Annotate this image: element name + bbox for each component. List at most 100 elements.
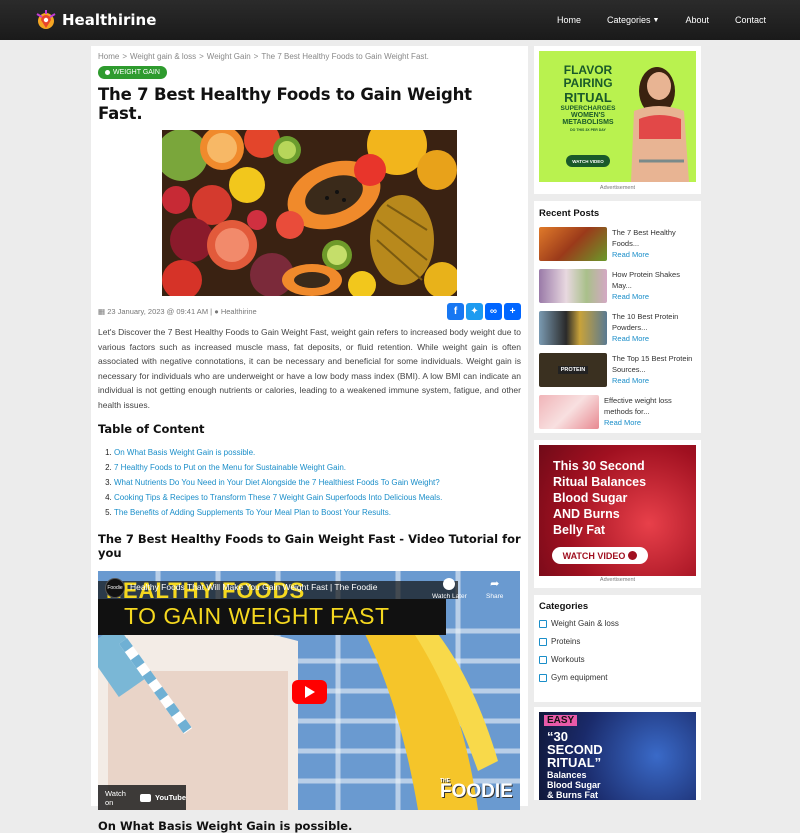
share-buttons: f ✦ ∞ + — [447, 303, 521, 320]
ad-line: RITUAL — [564, 90, 612, 105]
category-link[interactable]: Workouts — [539, 655, 696, 664]
sidebar-ad-1: FLAVOR PAIRING RITUAL SUPERCHARGES WOMEN… — [534, 46, 701, 194]
ad-label: Advertisement — [599, 185, 636, 191]
watch-on-youtube[interactable]: Watch on YouTube — [98, 785, 186, 810]
breadcrumb-weight-gain[interactable]: Weight Gain — [207, 52, 251, 61]
category-link[interactable]: Weight Gain & loss — [539, 619, 696, 628]
post-thumbnail[interactable] — [539, 227, 607, 261]
category-tag[interactable]: WEIGHT GAIN — [98, 66, 167, 79]
video-heading: The 7 Best Healthy Foods to Gain Weight … — [98, 532, 521, 560]
recent-posts-title: Recent Posts — [539, 208, 600, 219]
toc-link[interactable]: 7 Healthy Foods to Put on the Menu for S… — [114, 463, 346, 472]
author-name[interactable]: Healthirine — [221, 307, 257, 316]
site-name: Healthirine — [62, 11, 157, 29]
play-button[interactable] — [292, 680, 327, 704]
post-thumbnail[interactable]: PROTEIN — [539, 353, 607, 387]
post-title[interactable]: The 10 Best Protein Powders... — [612, 311, 696, 333]
category-link[interactable]: Proteins — [539, 637, 696, 646]
copy-link-icon[interactable]: ∞ — [485, 303, 502, 320]
ad-text-block: FLAVOR PAIRING RITUAL SUPERCHARGES WOMEN… — [554, 64, 622, 133]
publish-date: 23 January, 2023 @ 09:41 AM — [107, 307, 209, 316]
user-icon: ● — [214, 307, 219, 316]
ad-line: Belly Fat — [553, 523, 606, 537]
toc-link[interactable]: What Nutrients Do You Need in Your Diet … — [114, 478, 440, 487]
ad-watch-video-button[interactable]: WATCH VIDEO — [566, 155, 610, 167]
sidebar-ad-3: EASY “30 SECOND RITUAL” Balances Blood S… — [534, 707, 701, 800]
recent-post-item[interactable]: PROTEIN The Top 15 Best Protein Sources.… — [539, 353, 696, 387]
table-of-contents: On What Basis Weight Gain is possible. 7… — [114, 445, 521, 520]
thumb-label: PROTEIN — [557, 366, 589, 374]
play-icon — [304, 686, 315, 698]
toc-item: 7 Healthy Foods to Put on the Menu for S… — [114, 460, 521, 475]
play-circle-icon — [628, 551, 638, 560]
external-link-icon — [539, 673, 547, 682]
ad-banner-metabolism[interactable]: FLAVOR PAIRING RITUAL SUPERCHARGES WOMEN… — [539, 51, 696, 182]
section-heading: On What Basis Weight Gain is possible. — [98, 819, 353, 833]
read-more-link[interactable]: Read More — [612, 375, 696, 386]
ad-banner-blood-sugar[interactable]: This 30 Second Ritual Balances Blood Sug… — [539, 445, 696, 576]
channel-avatar[interactable]: Foodie — [105, 578, 125, 598]
toc-link[interactable]: On What Basis Weight Gain is possible. — [114, 448, 255, 457]
ad-line: This 30 Second — [553, 459, 645, 473]
breadcrumb-separator: > — [253, 52, 259, 61]
post-title[interactable]: The Top 15 Best Protein Sources... — [612, 353, 696, 375]
nav-about[interactable]: About — [685, 15, 709, 25]
category-tag-label: WEIGHT GAIN — [113, 69, 160, 76]
toc-link[interactable]: The Benefits of Adding Supplements To Yo… — [114, 508, 391, 517]
watch-later-button[interactable]: Watch Later — [432, 578, 467, 600]
ad-line: Blood Sugar — [553, 491, 628, 505]
read-more-link[interactable]: Read More — [612, 291, 696, 302]
category-link[interactable]: Gym equipment — [539, 673, 696, 682]
post-title[interactable]: Effective weight loss methods for... — [604, 395, 696, 417]
post-thumbnail[interactable] — [539, 395, 599, 429]
article-meta: ▦ 23 January, 2023 @ 09:41 AM | ● Health… — [98, 303, 521, 320]
breadcrumb-separator: > — [199, 52, 204, 61]
post-title[interactable]: How Protein Shakes May... — [612, 269, 696, 291]
video-title[interactable]: Healthy Foods That Will Make You Gain We… — [130, 582, 377, 592]
external-link-icon — [539, 637, 547, 646]
ad-line: WOMEN'S — [571, 112, 605, 119]
breadcrumb-separator: > — [122, 52, 128, 61]
article-container: Home > Weight gain & loss > Weight Gain > The … — [91, 46, 528, 833]
youtube-embed[interactable]: HEALTHY FOODS TO GAIN WEIGHT FAST Foodie… — [98, 571, 520, 810]
ad-banner-30-second-ritual[interactable]: EASY “30 SECOND RITUAL” Balances Blood S… — [539, 712, 696, 800]
post-thumbnail[interactable] — [539, 311, 607, 345]
category-label: Gym equipment — [551, 673, 608, 682]
recent-post-item[interactable]: Effective weight loss methods for... Read… — [539, 395, 696, 429]
meta-separator: | — [210, 307, 213, 316]
share-arrow-icon: ➦ — [490, 578, 500, 590]
recent-post-item[interactable]: The 7 Best Healthy Foods... Read More — [539, 227, 696, 261]
toc-link[interactable]: Cooking Tips & Recipes to Transform Thes… — [114, 493, 442, 502]
nav-categories-label: Categories — [606, 15, 651, 25]
read-more-link[interactable]: Read More — [612, 249, 696, 260]
ad-line: SUPERCHARGES — [560, 105, 616, 112]
toc-item: The Benefits of Adding Supplements To Yo… — [114, 505, 521, 520]
twitter-icon[interactable]: ✦ — [466, 303, 483, 320]
post-thumbnail[interactable] — [539, 269, 607, 303]
share-plus-icon[interactable]: + — [504, 303, 521, 320]
categories-widget: Categories Weight Gain & loss Proteins W… — [534, 595, 701, 702]
meta-info: ▦ 23 January, 2023 @ 09:41 AM | ● Health… — [98, 307, 257, 316]
breadcrumb-home[interactable]: Home — [98, 52, 119, 61]
calendar-icon: ▦ — [98, 307, 106, 316]
nav-home[interactable]: Home — [557, 15, 581, 25]
facebook-icon[interactable]: f — [447, 303, 464, 320]
share-button[interactable]: ➦ Share — [486, 578, 503, 600]
recent-post-item[interactable]: The 10 Best Protein Powders... Read More — [539, 311, 696, 345]
recent-post-item[interactable]: How Protein Shakes May... Read More — [539, 269, 696, 303]
ad-line: Balances — [547, 770, 587, 780]
nav-categories[interactable]: Categories ▼ — [607, 15, 659, 25]
read-more-link[interactable]: Read More — [612, 333, 696, 344]
toc-heading: Table of Content — [98, 422, 205, 436]
hero-image-fruits — [162, 130, 457, 296]
categories-title: Categories — [539, 601, 589, 612]
watch-on-label: Watch on — [105, 788, 126, 807]
ad-watch-video-button[interactable]: WATCH VIDEO — [552, 547, 648, 564]
top-navbar: Healthirine Home Categories ▼ About Conta… — [0, 0, 800, 40]
nav-contact[interactable]: Contact — [735, 15, 766, 25]
breadcrumb-weight-gain-loss[interactable]: Weight gain & loss — [130, 52, 196, 61]
read-more-link[interactable]: Read More — [604, 417, 696, 428]
site-logo[interactable]: Healthirine — [34, 8, 156, 32]
toc-item: On What Basis Weight Gain is possible. — [114, 445, 521, 460]
post-title[interactable]: The 7 Best Healthy Foods... — [612, 227, 696, 249]
